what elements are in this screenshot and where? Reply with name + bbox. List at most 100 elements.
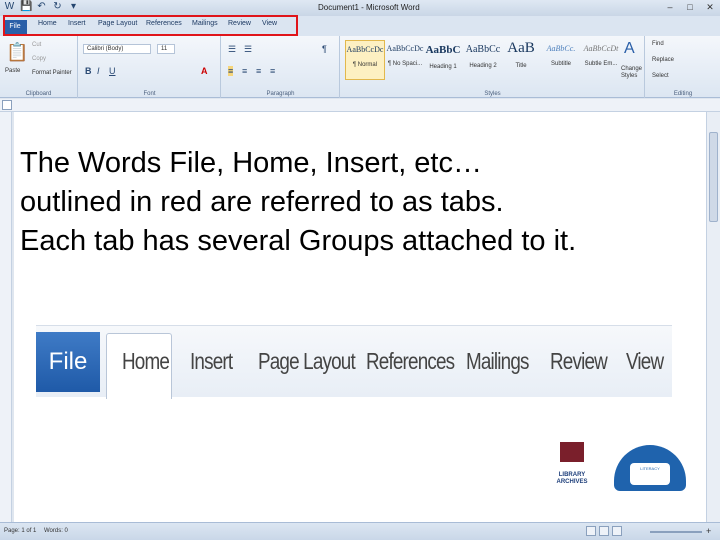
minimize-button[interactable]: – <box>660 0 680 14</box>
word-window: W 💾 ↶ ↻ ▾ Document1 - Microsoft Word – □… <box>0 0 720 540</box>
zoomed-tabs-image: File Home Insert Page Layout References … <box>36 325 672 399</box>
tabs-highlight-outline <box>3 15 298 36</box>
style-name: Heading 1 <box>429 64 457 70</box>
underline-icon[interactable]: U <box>109 66 116 76</box>
bold-icon[interactable]: B <box>85 66 92 76</box>
style-normal[interactable]: AaBbCcDc ¶ Normal <box>345 40 385 80</box>
caption-line: Each tab has several Groups attached to … <box>20 225 577 257</box>
font-label: Font <box>143 91 156 97</box>
style-no-spacing[interactable]: AaBbCcDc ¶ No Spaci... <box>385 40 425 80</box>
style-heading-2[interactable]: AaBbCc Heading 2 <box>463 40 503 80</box>
web-layout-view-button[interactable] <box>612 526 622 536</box>
word-app-icon[interactable]: W <box>4 1 15 12</box>
replace-button[interactable]: Replace <box>652 57 674 63</box>
literacy-logo-text: LITERACY <box>630 463 670 485</box>
status-bar: Page: 1 of 1 Words: 0 + <box>0 522 720 540</box>
library-archives-logo: LIBRARY ARCHIVES <box>548 442 596 496</box>
editing-label: Editing <box>673 91 693 97</box>
style-name: ¶ Normal <box>352 62 378 68</box>
style-heading-1[interactable]: AaBbC Heading 1 <box>423 40 463 80</box>
change-styles-icon[interactable]: A <box>624 40 635 58</box>
zoomed-tab-review: Review <box>550 348 608 374</box>
vertical-ruler <box>0 112 12 522</box>
cut-button[interactable]: Cut <box>32 42 41 48</box>
horizontal-ruler[interactable] <box>0 99 720 112</box>
zoomed-tab-page-layout: Page Layout <box>258 348 356 374</box>
pilcrow-icon[interactable]: ¶ <box>322 44 327 54</box>
document-page[interactable]: The Words File, Home, Insert, etc… outli… <box>14 112 706 522</box>
style-title[interactable]: AaB Title <box>501 40 541 80</box>
style-sample: AaBbCcDc <box>346 45 384 54</box>
style-subtle-emphasis[interactable]: AaBbCcDt Subtle Em... <box>581 40 621 80</box>
paragraph-label: Paragraph <box>266 91 295 97</box>
customize-qat-icon[interactable]: ▾ <box>68 1 79 12</box>
style-name: Title <box>515 63 527 69</box>
style-sample: AaB <box>507 40 535 56</box>
print-layout-view-button[interactable] <box>586 526 596 536</box>
style-sample: AaBbCcDt <box>583 44 619 53</box>
font-color-icon[interactable]: A <box>201 66 208 76</box>
bullets-icon[interactable]: ☰ <box>228 44 236 55</box>
scrollbar-thumb[interactable] <box>709 132 718 222</box>
undo-icon[interactable]: ↶ <box>36 1 47 12</box>
italic-icon[interactable]: I <box>97 66 100 76</box>
change-styles-button[interactable]: Change Styles <box>621 66 645 80</box>
format-painter-button[interactable]: Format Painter <box>32 70 72 76</box>
full-screen-view-button[interactable] <box>599 526 609 536</box>
font-name-select[interactable]: Calibri (Body) <box>83 44 151 54</box>
tab-selector[interactable] <box>2 100 12 110</box>
style-sample: AaBbC <box>425 44 461 56</box>
paste-icon[interactable]: 📋 <box>6 42 28 63</box>
page-count[interactable]: Page: 1 of 1 <box>4 528 36 534</box>
library-logo-text: LIBRARY ARCHIVES <box>556 472 588 485</box>
close-button[interactable]: ✕ <box>700 0 720 14</box>
style-name: Subtitle <box>550 61 571 67</box>
zoomed-tab-view: View <box>626 348 664 374</box>
zoom-slider[interactable] <box>650 531 702 533</box>
style-sample: AaBbCc <box>465 44 501 55</box>
font-group: Calibri (Body) 11 B I U A Font <box>79 36 221 98</box>
caption-line: The Words File, Home, Insert, etc… <box>20 147 482 179</box>
style-name: Subtle Em... <box>584 61 618 67</box>
zoomed-tab-insert: Insert <box>190 348 233 374</box>
editing-group: Find Replace Select Editing <box>646 36 720 98</box>
word-count[interactable]: Words: 0 <box>44 528 68 534</box>
clipboard-label: Clipboard <box>25 91 52 97</box>
redo-icon[interactable]: ↻ <box>52 1 63 12</box>
style-subtitle[interactable]: AaBbCc. Subtitle <box>541 40 581 80</box>
save-icon[interactable]: 💾 <box>20 1 32 12</box>
paste-button[interactable]: Paste <box>5 68 20 74</box>
clipboard-group: 📋 Paste Cut Copy Format Painter Clipboar… <box>0 36 78 98</box>
style-sample: AaBbCc. <box>546 44 576 53</box>
font-size-select[interactable]: 11 <box>157 44 175 54</box>
caption-line: outlined in red are referred to as tabs. <box>20 186 504 218</box>
zoomed-tab-references: References <box>366 348 455 374</box>
zoom-in-icon[interactable]: + <box>706 526 711 536</box>
align-center-icon[interactable]: ≡ <box>242 66 247 76</box>
zoomed-tab-file: File <box>36 332 100 392</box>
literacy-logo: LITERACY <box>614 445 686 491</box>
window-title: Document1 - Microsoft Word <box>318 3 420 12</box>
paragraph-group: ☰ ☰ ¶ ≡ ≡ ≡ ≡ Paragraph <box>222 36 340 98</box>
align-left-icon[interactable]: ≡ <box>228 66 234 76</box>
styles-group: AaBbCcDc ¶ Normal AaBbCcDc ¶ No Spaci...… <box>341 36 645 98</box>
find-button[interactable]: Find <box>652 41 664 47</box>
style-name: Heading 2 <box>469 63 497 69</box>
style-name: ¶ No Spaci... <box>387 61 423 67</box>
align-right-icon[interactable]: ≡ <box>256 66 261 76</box>
maximize-button[interactable]: □ <box>680 0 700 14</box>
select-button[interactable]: Select <box>652 73 669 79</box>
copy-button[interactable]: Copy <box>32 56 46 62</box>
justify-icon[interactable]: ≡ <box>270 66 275 76</box>
zoomed-tab-home: Home <box>122 348 170 374</box>
quick-access-toolbar: W 💾 ↶ ↻ ▾ <box>4 1 79 12</box>
slide-caption: The Words File, Home, Insert, etc… outli… <box>20 144 710 261</box>
library-building-icon <box>560 442 584 462</box>
zoomed-tab-mailings: Mailings <box>466 348 529 374</box>
title-bar: W 💾 ↶ ↻ ▾ Document1 - Microsoft Word – □… <box>0 0 720 16</box>
ribbon: 📋 Paste Cut Copy Format Painter Clipboar… <box>0 36 720 98</box>
numbering-icon[interactable]: ☰ <box>244 44 252 55</box>
window-controls: – □ ✕ <box>660 0 720 14</box>
styles-label: Styles <box>484 91 501 97</box>
view-buttons <box>586 526 622 536</box>
